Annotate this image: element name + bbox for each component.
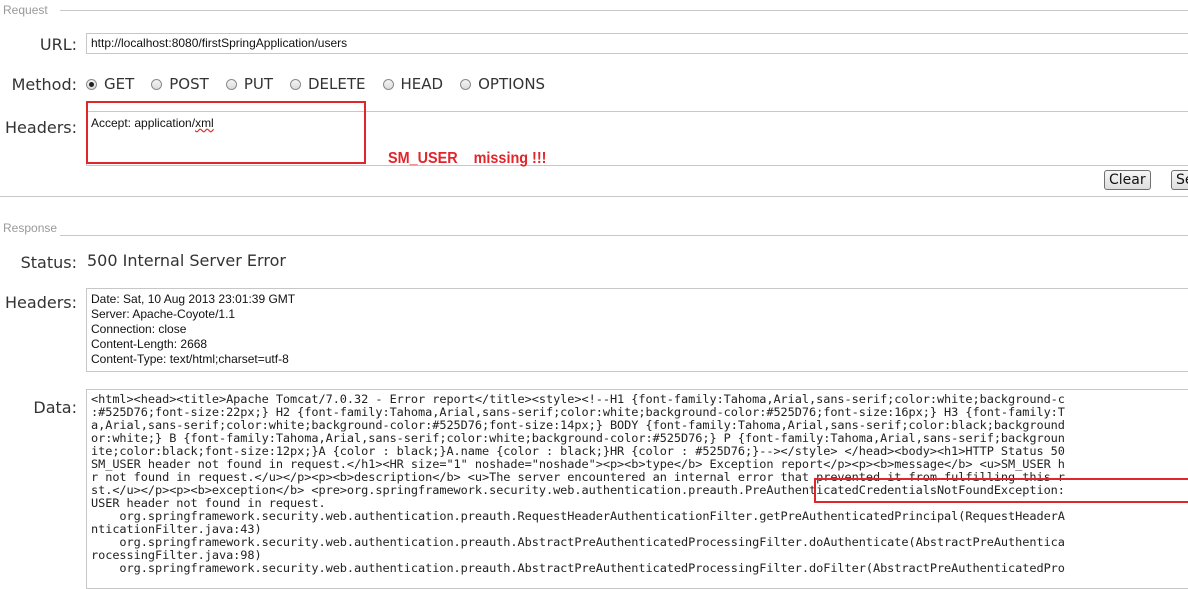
method-head-label: HEAD [400,75,444,93]
method-post-label: POST [169,75,209,93]
radio-delete[interactable] [290,78,301,90]
method-option-head[interactable]: HEAD [382,75,444,93]
request-divider [60,10,1188,11]
radio-head[interactable] [382,78,394,90]
url-label: URL: [39,35,77,54]
response-legend: Response [3,221,62,235]
response-data-line: org.springframework.security.web.authent… [91,561,1065,575]
method-option-put[interactable]: PUT [225,75,273,93]
data-label: Data: [33,398,77,417]
radio-post[interactable] [151,78,163,90]
radio-put[interactable] [225,78,237,90]
send-button[interactable]: Se [1171,170,1188,190]
response-header-line: Server: Apache-Coyote/1.1 [91,307,236,321]
annotation-exception-highlight [814,478,1188,503]
response-header-line: Connection: close [91,322,187,336]
response-header-line: Date: Sat, 10 Aug 2013 23:01:39 GMT [91,292,296,306]
method-put-label: PUT [243,75,273,93]
request-legend: Request [3,3,52,17]
method-delete-label: DELETE [308,75,366,93]
method-radio-group: GET POST PUT DELETE HEAD OPTIONS [86,74,562,94]
url-input[interactable]: http://localhost:8080/firstSpringApplica… [86,33,1188,54]
response-header-line: Content-Type: text/html;charset=utf-8 [91,352,289,366]
request-headers-label: Headers: [5,118,77,137]
response-headers-label: Headers: [5,293,77,312]
method-option-options[interactable]: OPTIONS [460,75,545,93]
method-label: Method: [11,75,77,94]
radio-get[interactable] [86,78,97,90]
annotation-headers-highlight [86,101,366,164]
method-get-label: GET [104,75,135,93]
method-option-get[interactable]: GET [86,75,134,93]
clear-button[interactable]: Clear [1104,170,1151,190]
method-option-delete[interactable]: DELETE [290,75,366,93]
annotation-sm-user-missing: SM_USER missing !!! [388,150,547,167]
method-option-post[interactable]: POST [151,75,209,93]
response-header-line: Content-Length: 2668 [91,337,208,351]
request-bottom-divider [0,196,1188,197]
response-headers-box: Date: Sat, 10 Aug 2013 23:01:39 GMT Serv… [86,288,1188,372]
status-label: Status: [20,253,77,272]
radio-options[interactable] [460,78,472,90]
method-options-label: OPTIONS [478,75,546,93]
url-value: http://localhost:8080/firstSpringApplica… [91,36,348,50]
response-divider [60,235,1188,236]
status-value: 500 Internal Server Error [87,251,286,270]
